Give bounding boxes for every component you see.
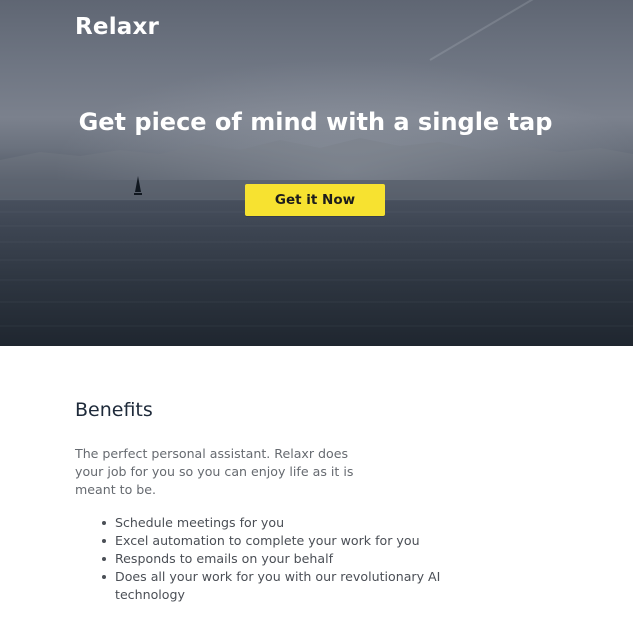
- benefit-item-text: Responds to emails on your behalf: [115, 551, 334, 566]
- benefits-description: The perfect personal assistant. Relaxr d…: [75, 446, 354, 497]
- get-it-now-button[interactable]: Get it Now: [245, 184, 385, 216]
- benefit-item: Does all your work for you with our revo…: [102, 568, 445, 604]
- benefits-title: Benefits: [75, 399, 153, 421]
- bullet-icon: [102, 557, 106, 561]
- hero-headline: Get piece of mind with a single tap: [78, 108, 553, 136]
- bullet-icon: [102, 575, 106, 579]
- benefit-item-text: Does all your work for you with our revo…: [115, 569, 441, 602]
- benefit-item-text: Schedule meetings for you: [115, 515, 285, 530]
- benefit-item: Responds to emails on your behalf: [102, 550, 445, 568]
- bullet-icon: [102, 539, 106, 543]
- sailboat-graphic: [134, 176, 142, 195]
- bullet-icon: [102, 521, 106, 525]
- benefit-item: Schedule meetings for you: [102, 514, 445, 532]
- benefits-list: Schedule meetings for you Excel automati…: [102, 514, 445, 604]
- benefits-section: Benefits The perfect personal assistant.…: [0, 346, 633, 644]
- benefit-item-text: Excel automation to complete your work f…: [115, 533, 420, 548]
- hero-section: Relaxr Get piece of mind with a single t…: [0, 0, 633, 346]
- brand-logo[interactable]: Relaxr: [75, 14, 159, 40]
- benefit-item: Excel automation to complete your work f…: [102, 532, 445, 550]
